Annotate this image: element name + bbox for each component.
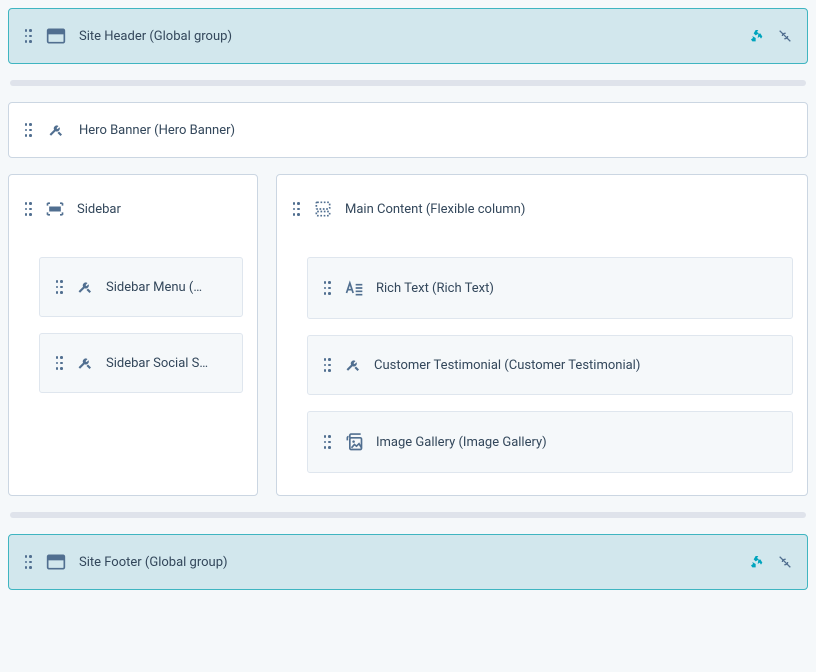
site-footer-block[interactable]: Site Footer (Global group) xyxy=(8,534,808,590)
tools-icon xyxy=(344,356,362,374)
flexible-column-icon xyxy=(313,199,333,219)
drag-handle-icon[interactable] xyxy=(23,29,33,43)
drag-handle-icon[interactable] xyxy=(322,281,332,295)
main-content-label: Main Content (Flexible column) xyxy=(345,202,525,217)
drag-handle-icon[interactable] xyxy=(54,356,64,370)
recycle-icon[interactable] xyxy=(749,554,765,570)
drag-handle-icon[interactable] xyxy=(23,202,33,216)
drag-handle-icon[interactable] xyxy=(54,280,64,294)
unlink-icon[interactable] xyxy=(777,28,793,44)
sidebar-module-social[interactable]: Sidebar Social S… xyxy=(39,333,243,393)
sidebar-module-social-label: Sidebar Social S… xyxy=(106,356,208,371)
section-divider[interactable] xyxy=(10,80,806,86)
drag-handle-icon[interactable] xyxy=(322,435,332,449)
module-image-gallery[interactable]: Image Gallery (Image Gallery) xyxy=(307,411,793,473)
section-icon xyxy=(45,199,65,219)
sidebar-column-header[interactable]: Sidebar xyxy=(23,191,243,233)
module-testimonial-label: Customer Testimonial (Customer Testimoni… xyxy=(374,358,640,373)
unlink-icon[interactable] xyxy=(777,554,793,570)
drag-handle-icon[interactable] xyxy=(23,555,33,569)
site-header-row[interactable]: Site Header (Global group) xyxy=(9,9,807,63)
sidebar-column-label: Sidebar xyxy=(77,202,121,217)
module-image-gallery-label: Image Gallery (Image Gallery) xyxy=(376,435,547,450)
site-footer-row[interactable]: Site Footer (Global group) xyxy=(9,535,807,589)
site-header-block[interactable]: Site Header (Global group) xyxy=(8,8,808,64)
drag-handle-icon[interactable] xyxy=(23,123,33,137)
site-footer-label: Site Footer (Global group) xyxy=(79,555,228,570)
hero-banner-row[interactable]: Hero Banner (Hero Banner) xyxy=(9,103,807,157)
hero-banner-block[interactable]: Hero Banner (Hero Banner) xyxy=(8,102,808,158)
sidebar-column[interactable]: Sidebar Sidebar Menu (… xyxy=(8,174,258,496)
tools-icon xyxy=(76,354,94,372)
rich-text-icon xyxy=(344,278,364,298)
layout-header-icon xyxy=(45,551,67,573)
site-header-label: Site Header (Global group) xyxy=(79,29,232,44)
sidebar-module-menu-label: Sidebar Menu (… xyxy=(106,280,202,295)
recycle-icon[interactable] xyxy=(749,28,765,44)
hero-banner-label: Hero Banner (Hero Banner) xyxy=(79,123,235,138)
tools-icon xyxy=(76,278,94,296)
tools-icon xyxy=(45,119,67,141)
section-divider[interactable] xyxy=(10,512,806,518)
module-testimonial[interactable]: Customer Testimonial (Customer Testimoni… xyxy=(307,335,793,395)
layout-header-icon xyxy=(45,25,67,47)
image-gallery-icon xyxy=(344,432,364,452)
columns-container: Sidebar Sidebar Menu (… xyxy=(8,174,808,496)
module-rich-text-label: Rich Text (Rich Text) xyxy=(376,281,494,296)
module-rich-text[interactable]: Rich Text (Rich Text) xyxy=(307,257,793,319)
main-content-column[interactable]: Main Content (Flexible column) Rich Text… xyxy=(276,174,808,496)
main-content-header[interactable]: Main Content (Flexible column) xyxy=(291,191,793,233)
drag-handle-icon[interactable] xyxy=(322,358,332,372)
sidebar-module-menu[interactable]: Sidebar Menu (… xyxy=(39,257,243,317)
drag-handle-icon[interactable] xyxy=(291,202,301,216)
